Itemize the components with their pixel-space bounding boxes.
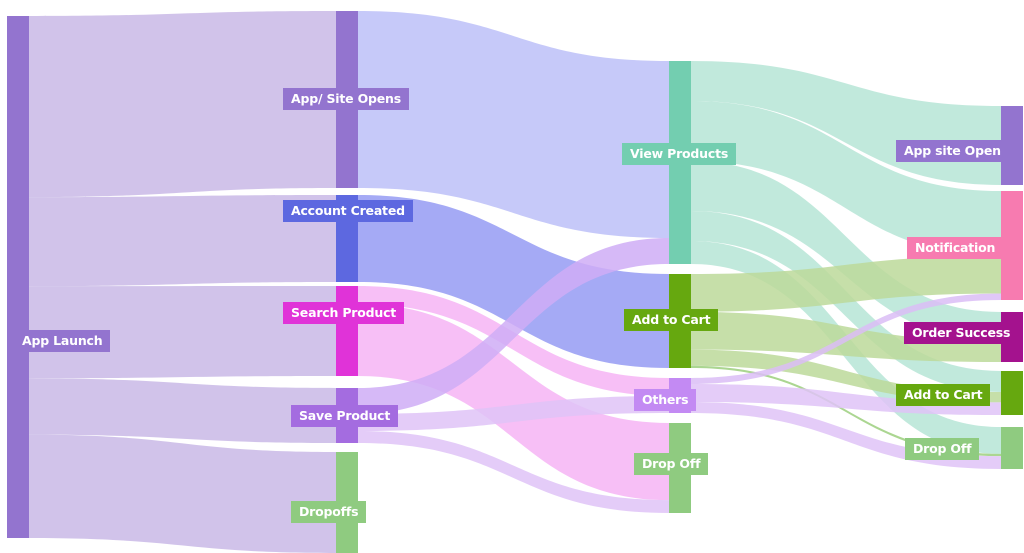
node-label-account_created: Account Created xyxy=(283,200,413,222)
node-label-order_success: Order Success xyxy=(904,322,1019,344)
link-app_launch-to-save_product xyxy=(29,378,336,443)
node-drop_off_right xyxy=(1001,427,1023,469)
node-label-others: Others xyxy=(634,389,697,411)
node-label-view_products: View Products xyxy=(622,143,737,165)
node-label-app_site_opens: App/ Site Opens xyxy=(283,88,409,110)
node-add_to_cart_right xyxy=(1001,371,1023,415)
node-label-app_site_open: App site Open xyxy=(896,140,1009,162)
node-label-add_to_cart_right: Add to Cart xyxy=(896,384,991,406)
node-notification xyxy=(1001,191,1023,300)
node-label-dropoffs: Dropoffs xyxy=(291,501,367,523)
node-label-add_to_cart_mid: Add to Cart xyxy=(624,309,719,331)
node-label-drop_off_right: Drop Off xyxy=(905,438,980,460)
node-app_launch xyxy=(7,16,29,538)
sankey-diagram xyxy=(7,11,1023,553)
node-label-drop_off_mid: Drop Off xyxy=(634,453,709,475)
node-label-save_product: Save Product xyxy=(291,405,399,427)
node-label-search_product: Search Product xyxy=(283,302,405,324)
node-search_product xyxy=(336,286,358,376)
links-layer xyxy=(29,11,1001,553)
node-label-notification: Notification xyxy=(907,237,1004,259)
link-app_launch-to-dropoffs xyxy=(29,434,336,553)
node-label-app_launch: App Launch xyxy=(14,330,111,352)
